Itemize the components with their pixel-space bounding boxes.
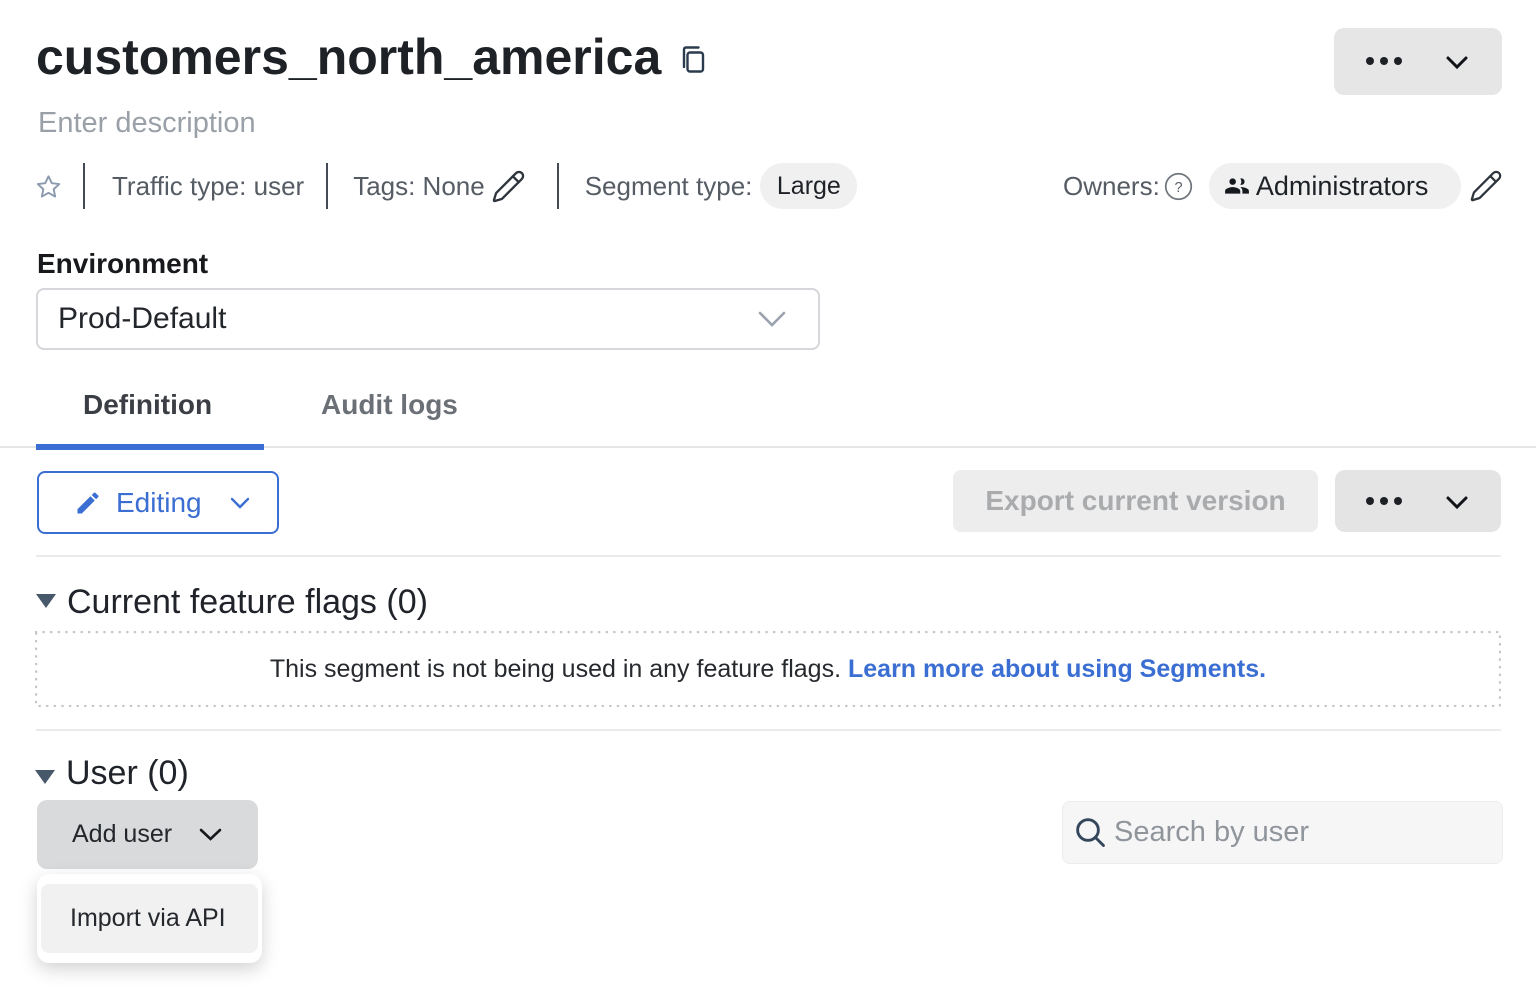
svg-text:?: ?: [1174, 179, 1182, 195]
